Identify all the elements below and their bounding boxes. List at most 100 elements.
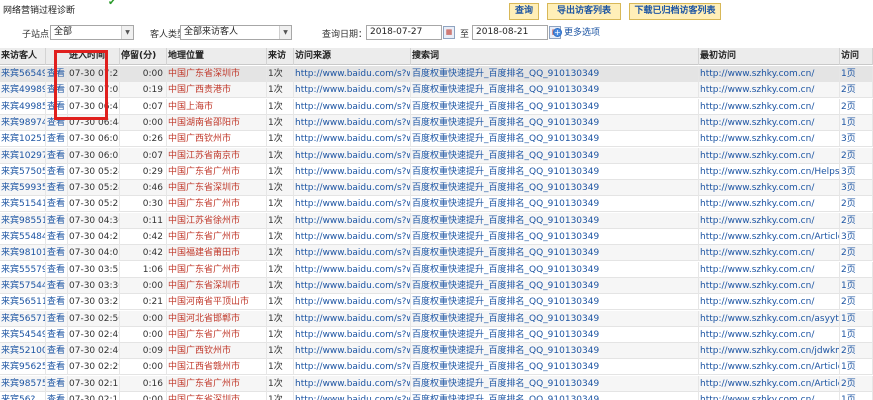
pages-link[interactable]: 3页 — [840, 131, 873, 148]
first-visit-link[interactable]: http://www.szhky.com.cn/ — [699, 66, 840, 82]
table-row[interactable]: 来宾10251 查看 07-30 06:08 0:26 中国广西钦州市 1次 http://… — [0, 131, 873, 148]
pages-link[interactable]: 2页 — [840, 82, 873, 99]
first-visit-link[interactable]: http://www.szhky.com.cn/ — [699, 131, 840, 148]
pages-link[interactable]: 1页 — [840, 114, 873, 131]
first-visit-link[interactable]: http://www.szhky.com.cn/ — [699, 294, 840, 311]
visitor-name-link[interactable]: 来宾52100 — [0, 343, 46, 360]
pages-link[interactable]: 2页 — [840, 294, 873, 311]
first-visit-link[interactable]: http://www.szhky.com.cn/ — [699, 277, 840, 294]
col-stay[interactable]: 停留(分) — [120, 48, 167, 65]
table-row[interactable]: 来宾56571 查看 07-30 02:50 0:00 中国河北省邯郸市 1次 http:/… — [0, 310, 873, 327]
date-from-input[interactable]: 2018-07-27 — [366, 25, 442, 40]
view-link[interactable]: 查看 — [46, 147, 68, 164]
date-to-input[interactable]: 2018-08-21 — [472, 25, 548, 40]
chevron-down-icon[interactable]: ▼ — [279, 26, 291, 39]
source-link[interactable]: http://www.baidu.com/s?wd=%B0 — [294, 147, 411, 164]
view-link[interactable]: 查看 — [46, 212, 68, 229]
visitor-name-link[interactable]: 来宾51541 — [0, 196, 46, 213]
visitor-name-link[interactable]: 来宾98551 — [0, 212, 46, 229]
first-visit-link[interactable]: http://www.szhky.com.cn/asyyt.htr — [699, 310, 840, 327]
pages-link[interactable]: 2页 — [840, 375, 873, 392]
pages-link[interactable]: 2页 — [840, 98, 873, 115]
more-options-link[interactable]: + 更多选项 — [553, 25, 600, 38]
view-link[interactable]: 查看 — [46, 359, 68, 376]
table-row[interactable]: 来宾56511 查看 07-30 03:23 0:21 中国河南省平顶山市 1次 http:… — [0, 294, 873, 311]
source-link[interactable]: http://www.baidu.com/s?wd=%B0 — [294, 245, 411, 262]
source-link[interactable]: http://www.baidu.com/s?wd=%B0 — [294, 163, 411, 180]
calendar-icon[interactable]: ▦ — [443, 26, 455, 39]
pages-link[interactable]: 1页 — [840, 326, 873, 343]
visitor-name-link[interactable]: 来宾56? — [0, 392, 46, 400]
first-visit-link[interactable]: http://www.szhky.com.cn/ — [699, 196, 840, 213]
view-link[interactable]: 查看 — [46, 392, 68, 400]
view-link[interactable]: 查看 — [46, 326, 68, 343]
first-visit-link[interactable]: http://www.szhky.com.cn/Article/h — [699, 229, 840, 245]
col-keyword[interactable]: 搜索词 — [411, 48, 699, 65]
source-link[interactable]: http://www.baidu.com/s?wd=%B0 — [294, 343, 411, 360]
visitor-name-link[interactable]: 来宾98974 — [0, 114, 46, 131]
source-link[interactable]: http://www.baidu.com/s?wd=%B0 — [294, 294, 411, 311]
visitor-name-link[interactable]: 来宾55484 — [0, 229, 46, 245]
download-archive-button[interactable]: 下载已归档访客列表 — [629, 3, 721, 20]
source-link[interactable]: http://www.baidu.com/s?wd=%B0 — [294, 261, 411, 278]
first-visit-link[interactable]: http://www.szhky.com.cn/ — [699, 245, 840, 262]
visitor-name-link[interactable]: 来宾56549 — [0, 66, 46, 82]
site-select[interactable]: 全部 ▼ — [50, 25, 134, 40]
pages-link[interactable]: 1页 — [840, 392, 873, 400]
source-link[interactable]: http://www.baidu.com/s?wd=%B0 — [294, 131, 411, 148]
pages-link[interactable]: 2页 — [840, 196, 873, 213]
visitor-name-link[interactable]: 来宾57505 — [0, 163, 46, 180]
pages-link[interactable]: 2页 — [840, 261, 873, 278]
first-visit-link[interactable]: http://www.szhky.com.cn/ — [699, 212, 840, 229]
pages-link[interactable]: 2页 — [840, 212, 873, 229]
view-link[interactable]: 查看 — [46, 375, 68, 392]
first-visit-link[interactable]: http://www.szhky.com.cn/ — [699, 326, 840, 343]
table-row[interactable]: 来宾95625 查看 07-30 02:29 0:00 中国江西省赣州市 1次 http:/… — [0, 359, 873, 376]
table-row[interactable]: 来宾56549 查看 07-30 07:21 0:00 中国广东省深圳市 1次 http:/… — [0, 66, 873, 82]
col-first-visit[interactable]: 最初访问 — [699, 48, 840, 65]
source-link[interactable]: http://www.baidu.com/s?wd=%B0 — [294, 392, 411, 400]
view-link[interactable]: 查看 — [46, 245, 68, 262]
view-link[interactable]: 查看 — [46, 261, 68, 278]
first-visit-link[interactable]: http://www.szhky.com.cn/Article/h — [699, 375, 840, 392]
table-row[interactable]: 来宾54549 查看 07-30 02:49 0:00 中国广东省广州市 1次 http:/… — [0, 326, 873, 343]
table-row[interactable]: 来宾57505 查看 07-30 05:24 0:29 中国广东省广州市 1次 http:/… — [0, 163, 873, 180]
view-link[interactable]: 查看 — [46, 196, 68, 213]
first-visit-link[interactable]: http://www.szhky.com.cn/ — [699, 98, 840, 115]
first-visit-link[interactable]: http://www.szhky.com.cn/ — [699, 180, 840, 197]
source-link[interactable]: http://www.baidu.com/s?wd=%B0 — [294, 98, 411, 115]
table-row[interactable]: 来宾56? 查看 07-30 02:15 0:00 中国广东省深圳市 1次 http://w… — [0, 392, 873, 400]
source-link[interactable]: http://www.baidu.com/s?wd=%B0 — [294, 180, 411, 197]
visitor-name-link[interactable]: 来宾10251 — [0, 131, 46, 148]
visitor-name-link[interactable]: 来宾56511 — [0, 294, 46, 311]
view-link[interactable]: 查看 — [46, 131, 68, 148]
chevron-down-icon[interactable]: ▼ — [121, 26, 133, 39]
col-pages[interactable]: 访问 — [840, 48, 873, 65]
view-link[interactable]: 查看 — [46, 294, 68, 311]
export-button[interactable]: 导出访客列表 — [547, 3, 621, 20]
pages-link[interactable]: 2页 — [840, 147, 873, 164]
first-visit-link[interactable]: http://www.szhky.com.cn/jdwkm.h — [699, 343, 840, 360]
pages-link[interactable]: 3页 — [840, 163, 873, 180]
view-link[interactable]: 查看 — [46, 277, 68, 294]
pages-link[interactable]: 1页 — [840, 66, 873, 82]
first-visit-link[interactable]: http://www.szhky.com.cn/ — [699, 114, 840, 131]
visitor-name-link[interactable]: 来宾49989 — [0, 82, 46, 99]
col-source[interactable]: 访问来源 — [294, 48, 411, 65]
visitor-name-link[interactable]: 来宾10297 — [0, 147, 46, 164]
table-row[interactable]: 来宾49985 查看 07-30 06:45 0:07 中国上海市 1次 http://ww… — [0, 98, 873, 115]
view-link[interactable]: 查看 — [46, 310, 68, 327]
source-link[interactable]: http://www.baidu.com/s?wd=%B0 — [294, 326, 411, 343]
table-row[interactable]: 来宾57544 查看 07-30 03:30 0:00 中国广东省深圳市 1次 http:/… — [0, 277, 873, 294]
query-button[interactable]: 查询 — [509, 3, 539, 20]
first-visit-link[interactable]: http://www.szhky.com.cn/ — [699, 82, 840, 99]
table-row[interactable]: 来宾52100 查看 07-30 02:46 0:09 中国广西钦州市 1次 http://… — [0, 343, 873, 360]
pages-link[interactable]: 1页 — [840, 277, 873, 294]
visitor-name-link[interactable]: 来宾98575 — [0, 375, 46, 392]
visitor-name-link[interactable]: 来宾57544 — [0, 277, 46, 294]
source-link[interactable]: http://www.baidu.com/s?wd=%B0 — [294, 229, 411, 245]
visitor-name-link[interactable]: 来宾54549 — [0, 326, 46, 343]
visitor-name-link[interactable]: 来宾49985 — [0, 98, 46, 115]
source-link[interactable]: http://www.baidu.com/s?wd=%B0 — [294, 114, 411, 131]
first-visit-link[interactable]: http://www.szhky.com.cn/Helps/cn — [699, 163, 840, 180]
